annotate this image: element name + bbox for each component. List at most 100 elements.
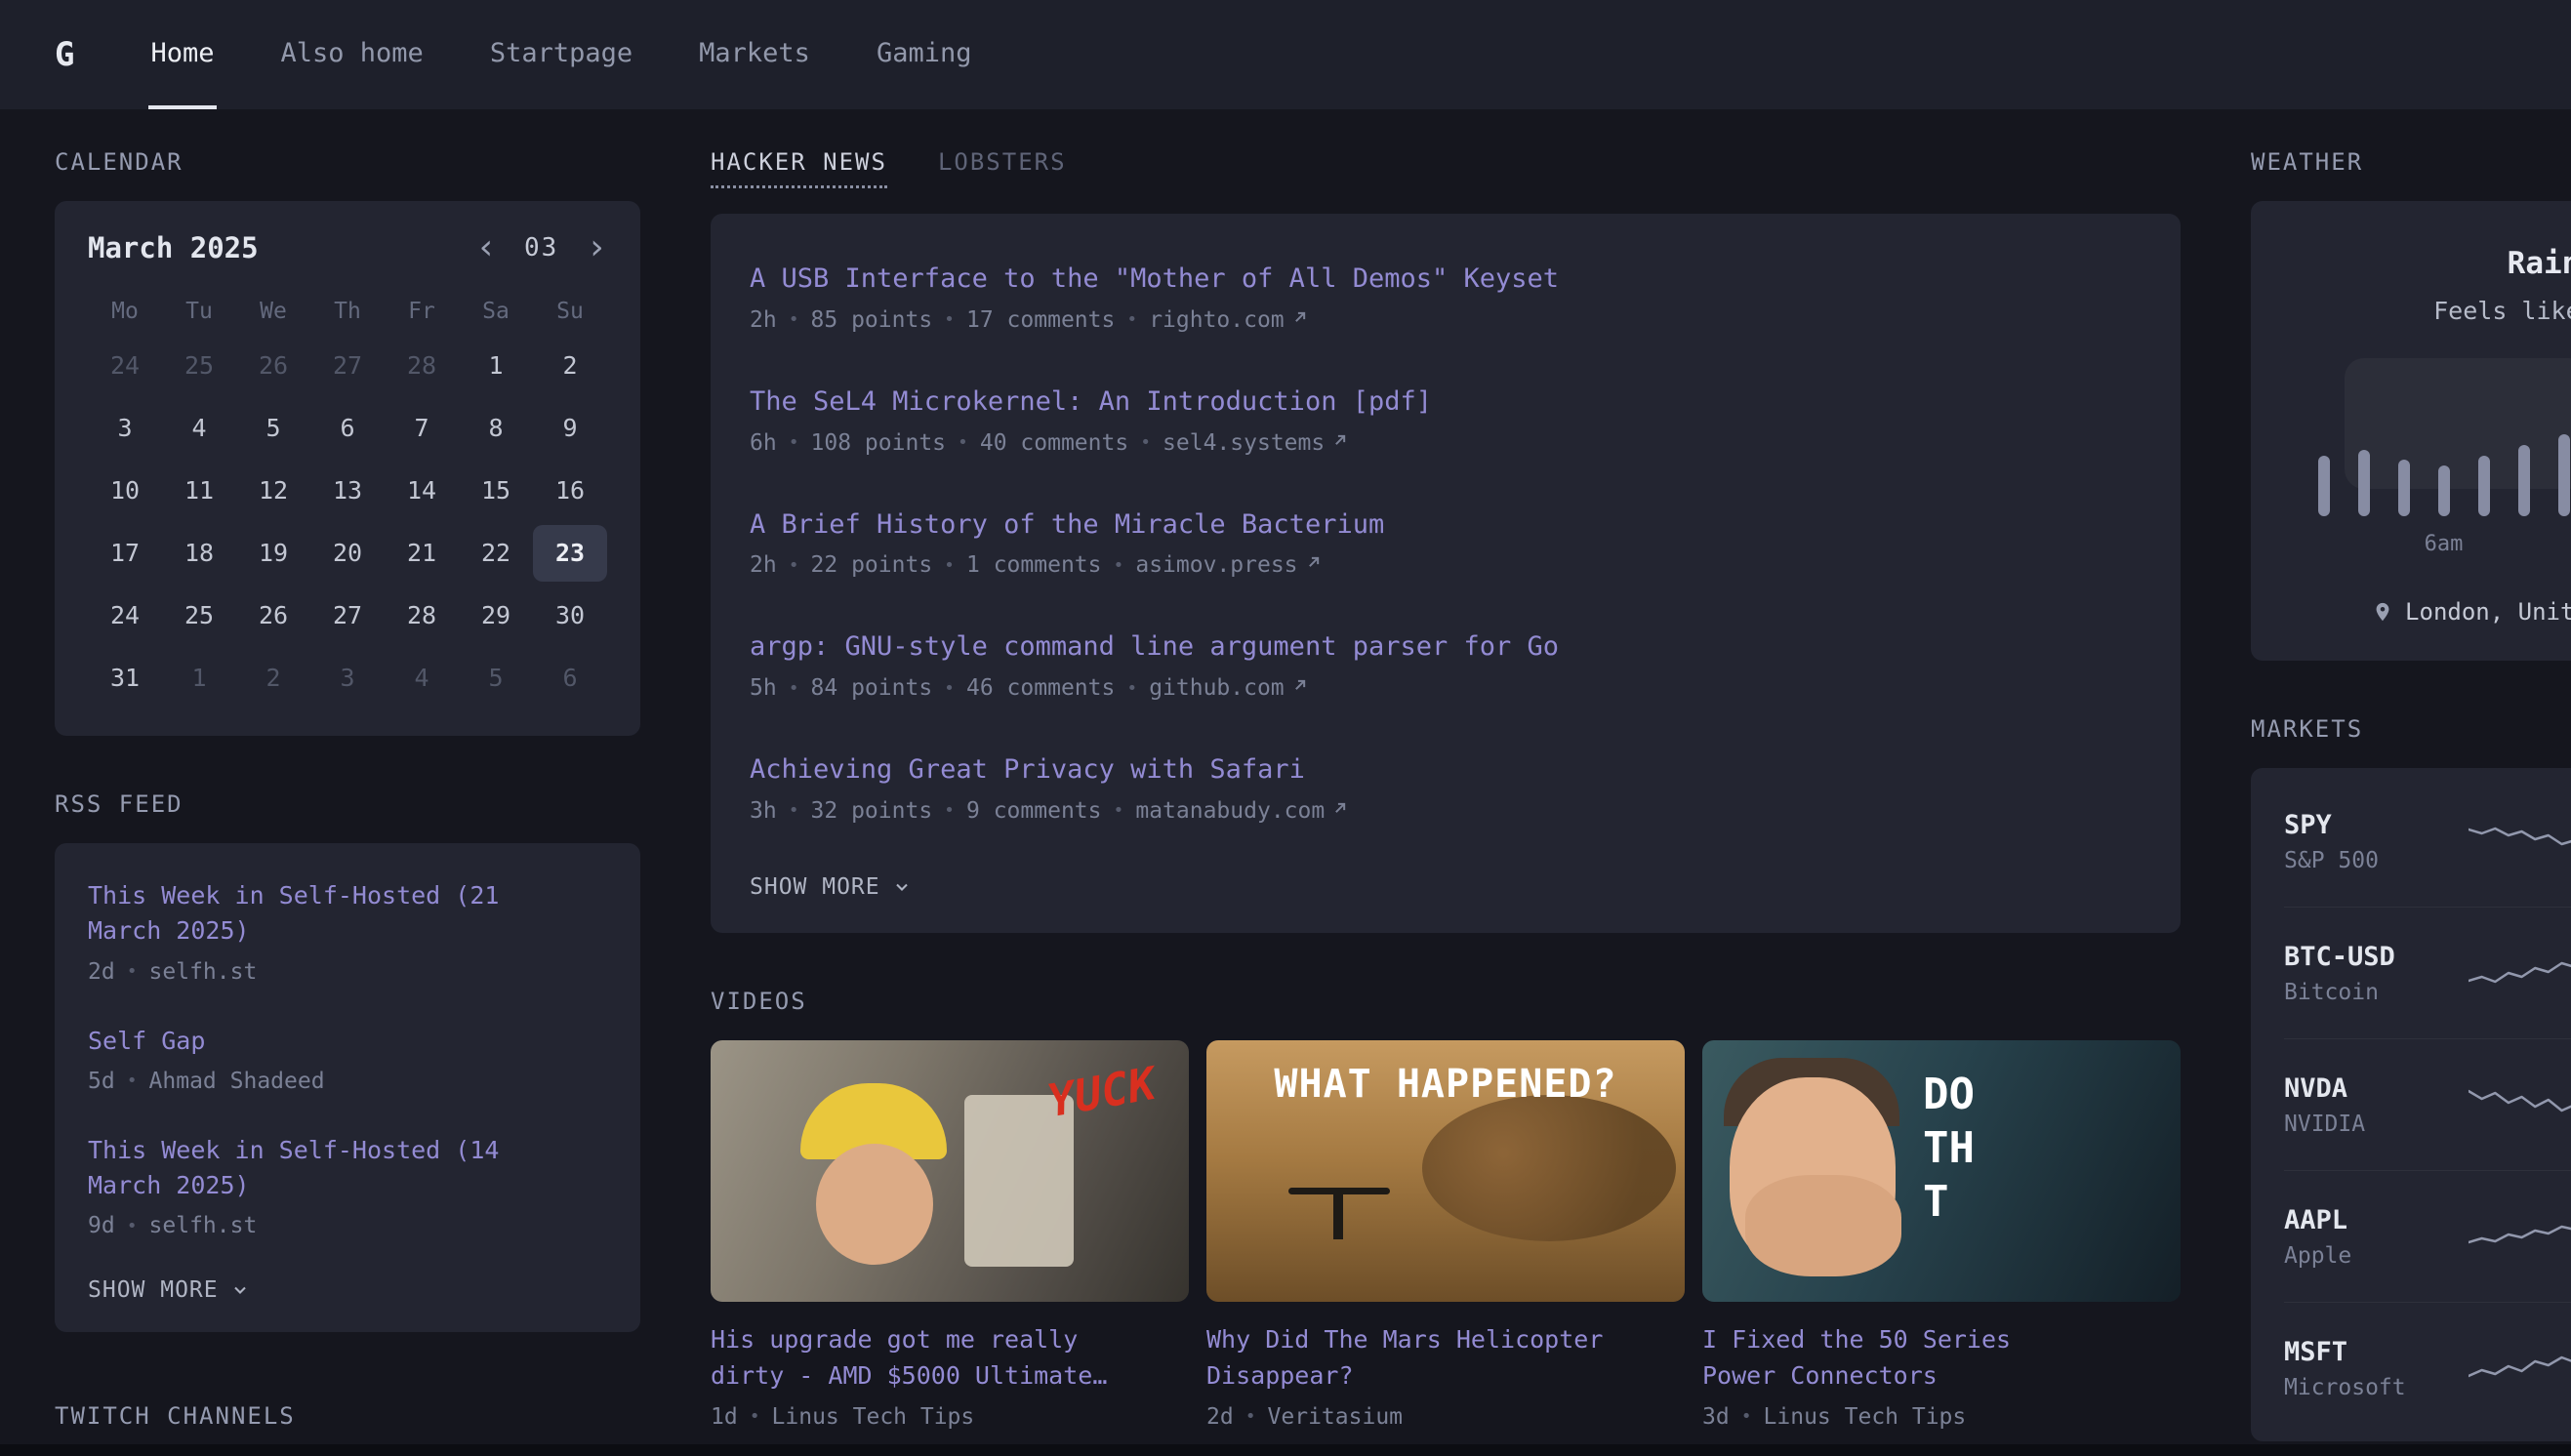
video-title[interactable]: Why Did The Mars Helicopter Disappear? [1206, 1321, 1626, 1395]
tab-hacker-news[interactable]: HACKER NEWS [711, 148, 887, 188]
news-item-title[interactable]: The SeL4 Microkernel: An Introduction [p… [750, 384, 2142, 421]
page-bottom-strip [0, 1444, 2571, 1456]
calendar-nav: ‹ 03 › [475, 230, 607, 265]
market-row[interactable]: NVDANVIDIA-0.70%$117.70 [2284, 1038, 2571, 1170]
meta-separator-dot: • [1115, 678, 1149, 699]
news-item-source: sel4.systems [1163, 430, 1325, 456]
market-row[interactable]: SPYS&P 500-0.27%$563.98 [2284, 776, 2571, 907]
news-item-meta: 5h•84 points•46 comments•github.com [750, 675, 2142, 701]
calendar-day: 20 [310, 525, 385, 582]
meta-separator-dot: • [1234, 1406, 1268, 1427]
calendar-day: 15 [459, 463, 533, 519]
external-link-icon [1330, 798, 1350, 824]
market-sparkline [2460, 951, 2571, 994]
calendar-day: 4 [162, 400, 236, 457]
market-ticker[interactable]: AAPL [2284, 1205, 2460, 1235]
news-item-title[interactable]: argp: GNU-style command line argument pa… [750, 628, 2142, 666]
video-channel: Veritasium [1268, 1404, 1403, 1430]
news-item-source-link[interactable]: sel4.systems [1163, 430, 1350, 456]
calendar-day: 29 [459, 587, 533, 644]
market-name: Microsoft [2284, 1375, 2460, 1400]
news-item-source-link[interactable]: github.com [1149, 675, 1309, 701]
video-card[interactable]: YUCKHis upgrade got me really dirty - AM… [711, 1040, 1189, 1430]
calendar-day: 8 [459, 400, 533, 457]
news-item-comments: 9 comments [966, 798, 1101, 824]
news-item-title[interactable]: A Brief History of the Miracle Bacterium [750, 506, 2142, 544]
tab-lobsters[interactable]: LOBSTERS [938, 148, 1067, 188]
market-row[interactable]: AAPLApple+1.95%$218.27 [2284, 1170, 2571, 1302]
video-title[interactable]: I Fixed the 50 Series Power Connectors [1702, 1321, 2063, 1395]
rss-item-title[interactable]: Self Gap [88, 1024, 556, 1059]
calendar-day: 26 [236, 587, 310, 644]
sparkline-chart [2469, 951, 2571, 994]
calendar-day: 5 [236, 400, 310, 457]
calendar-header: March 2025 ‹ 03 › [88, 230, 607, 265]
calendar-day: 31 [88, 650, 162, 707]
news-item-comments: 17 comments [966, 307, 1115, 333]
news-list: A USB Interface to the "Mother of All De… [750, 261, 2142, 824]
video-age: 2d [1206, 1404, 1234, 1430]
weather-location-row: London, United Kingdom [2290, 598, 2571, 626]
calendar-day: 13 [310, 463, 385, 519]
markets-section-title: MARKETS [2251, 715, 2571, 743]
news-item-meta: 2h•22 points•1 comments•asimov.press [750, 552, 2142, 578]
calendar-day: 14 [385, 463, 459, 519]
rss-item-title[interactable]: This Week in Self-Hosted (21 March 2025) [88, 878, 556, 950]
external-link-icon [1290, 675, 1310, 701]
calendar-day: 25 [162, 338, 236, 394]
video-card[interactable]: WHAT HAPPENED?Why Did The Mars Helicopte… [1206, 1040, 1685, 1430]
nav-item-also-home[interactable]: Also home [279, 0, 426, 109]
news-item-source-link[interactable]: righto.com [1149, 307, 1309, 333]
market-symbol-block: MSFT Microsoft [2284, 1337, 2460, 1400]
hacker-news-widget: A USB Interface to the "Mother of All De… [711, 214, 2181, 933]
market-ticker[interactable]: NVDA [2284, 1073, 2460, 1104]
video-meta: 2d•Veritasium [1206, 1404, 1685, 1430]
calendar-day: 5 [459, 650, 533, 707]
nav-item-home[interactable]: Home [148, 0, 216, 109]
nav-item-gaming[interactable]: Gaming [875, 0, 974, 109]
rss-show-more-button[interactable]: SHOW MORE [88, 1277, 607, 1303]
video-thumbnail: DO TH T [1702, 1040, 2181, 1302]
calendar-day: 16 [533, 463, 607, 519]
news-item-source-link[interactable]: matanabudy.com [1135, 798, 1350, 824]
market-row[interactable]: MSFTMicrosoft+1.14%$391.26 [2284, 1302, 2571, 1434]
calendar-prev-icon[interactable]: ‹ [475, 230, 497, 265]
news-item-meta: 2h•85 points•17 comments•righto.com [750, 307, 2142, 333]
market-ticker[interactable]: MSFT [2284, 1337, 2460, 1367]
dashboard: CALENDAR March 2025 ‹ 03 › MoTuWeThFrSaS… [0, 109, 2571, 1455]
video-card[interactable]: DO TH T I Fixed the 50 Series Power Conne… [1702, 1040, 2181, 1430]
video-channel: Linus Tech Tips [772, 1404, 975, 1430]
rss-item-age: 5d [88, 1069, 115, 1094]
rss-item-meta: 9d•selfh.st [88, 1213, 607, 1238]
news-item-title[interactable]: Achieving Great Privacy with Safari [750, 751, 2142, 789]
rss-item-title[interactable]: This Week in Self-Hosted (14 March 2025) [88, 1133, 556, 1204]
chevron-down-icon [230, 1280, 250, 1300]
market-ticker[interactable]: SPY [2284, 810, 2460, 840]
market-row[interactable]: BTC-USDBitcoin+1.39%$84,999.29 [2284, 907, 2571, 1038]
news-item-source: righto.com [1149, 307, 1284, 333]
video-title[interactable]: His upgrade got me really dirty - AMD $5… [711, 1321, 1130, 1395]
nav-item-markets[interactable]: Markets [697, 0, 812, 109]
weather-section-title: WEATHER [2251, 148, 2571, 176]
news-show-more-button[interactable]: SHOW MORE [750, 874, 2142, 900]
app-logo[interactable]: G [55, 35, 74, 74]
thumbnail-art [1745, 1175, 1901, 1276]
news-item-age: 3h [750, 798, 777, 824]
weather-bar [2558, 434, 2570, 516]
news-item-title[interactable]: A USB Interface to the "Mother of All De… [750, 261, 2142, 298]
calendar-next-icon[interactable]: › [586, 230, 607, 265]
calendar-day: 24 [88, 338, 162, 394]
calendar-weekday: We [236, 299, 310, 324]
news-item-source-link[interactable]: asimov.press [1135, 552, 1323, 578]
weather-times: 6am2pm10pm [2318, 532, 2571, 559]
rss-item-source: selfh.st [149, 1213, 258, 1238]
market-ticker[interactable]: BTC-USD [2284, 942, 2460, 972]
calendar-weekday: Mo [88, 299, 162, 324]
market-symbol-block: BTC-USDBitcoin [2284, 942, 2460, 1005]
weather-bar [2478, 456, 2490, 516]
news-item-age: 5h [750, 675, 777, 701]
meta-separator-dot: • [1102, 555, 1136, 576]
rss-item-source: selfh.st [149, 959, 258, 985]
nav-item-startpage[interactable]: Startpage [488, 0, 634, 109]
weather-location: London, United Kingdom [2405, 598, 2571, 626]
